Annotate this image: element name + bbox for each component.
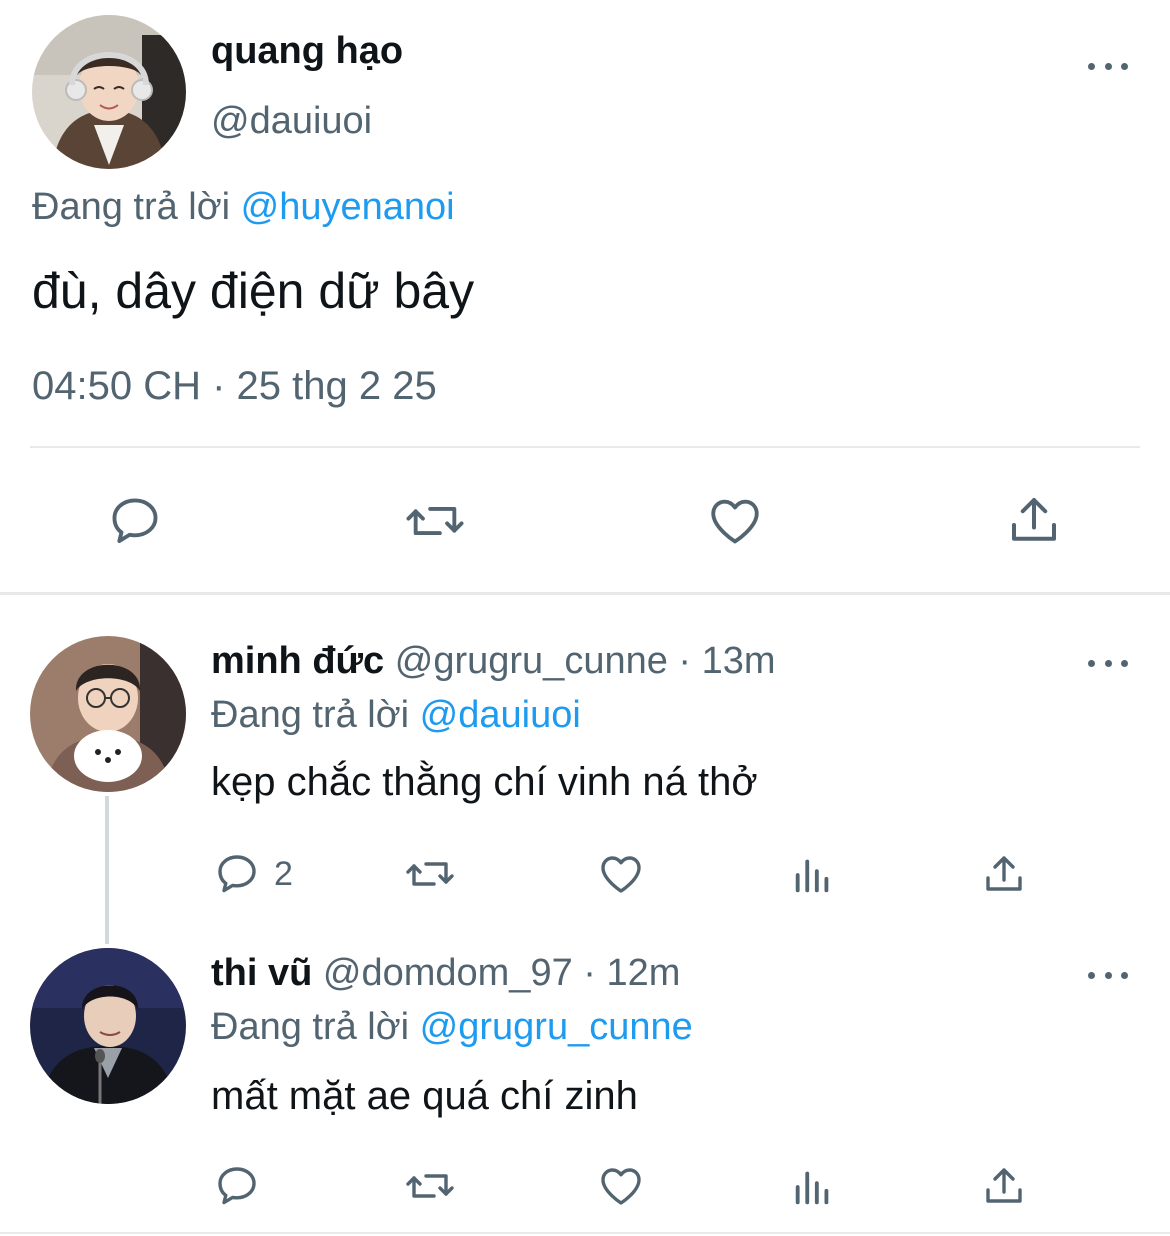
replying-to-handle[interactable]: @huyenanoi — [241, 186, 455, 228]
share-icon[interactable] — [980, 1162, 1028, 1210]
avatar[interactable] — [30, 636, 186, 792]
user-handle[interactable]: @dauiuoi — [211, 100, 372, 143]
reply-header: thi vũ @domdom_97 · 12m — [211, 952, 680, 995]
replying-to-line: Đang trả lời @grugru_cunne — [211, 1006, 693, 1049]
analytics-icon[interactable] — [790, 1164, 836, 1210]
more-options-icon[interactable] — [1088, 653, 1128, 673]
tweet-text: đù, dây điện dữ bây — [32, 263, 475, 319]
replying-to-label: Đang trả lời — [211, 694, 410, 736]
replying-to-line: Đang trả lời @dauiuoi — [211, 694, 581, 737]
avatar[interactable] — [32, 15, 186, 169]
display-name[interactable]: minh đức — [211, 640, 384, 682]
like-icon[interactable] — [596, 1162, 646, 1210]
tweet-text: kẹp chắc thằng chí vinh ná thở — [211, 760, 758, 804]
section-divider — [0, 592, 1170, 595]
reply-count: 2 — [274, 855, 293, 893]
replying-to-line: Đang trả lời @huyenanoi — [32, 186, 455, 229]
replying-to-handle[interactable]: @grugru_cunne — [420, 1006, 693, 1048]
more-options-icon[interactable] — [1088, 56, 1128, 76]
analytics-icon[interactable] — [790, 852, 836, 898]
replying-to-label: Đang trả lời — [211, 1006, 410, 1048]
display-name[interactable]: thi vũ — [211, 952, 312, 994]
reply-time[interactable]: · 13m — [678, 640, 775, 682]
display-name[interactable]: quang hạo — [211, 30, 403, 73]
more-options-icon[interactable] — [1088, 965, 1128, 985]
replying-to-handle[interactable]: @dauiuoi — [420, 694, 581, 736]
avatar[interactable] — [30, 948, 186, 1104]
share-icon[interactable] — [980, 850, 1028, 898]
like-icon[interactable] — [705, 492, 765, 550]
user-handle[interactable]: @grugru_cunne — [395, 640, 668, 682]
divider — [30, 446, 1140, 448]
tweet-text: mất mặt ae quá chí zinh — [211, 1074, 638, 1118]
reply-icon[interactable] — [212, 850, 262, 898]
retweet-icon[interactable] — [402, 1162, 458, 1210]
reply-icon[interactable] — [106, 492, 164, 550]
share-icon[interactable] — [1004, 490, 1064, 550]
user-handle[interactable]: @domdom_97 — [323, 952, 573, 994]
retweet-icon[interactable] — [403, 492, 467, 550]
like-icon[interactable] — [596, 850, 646, 898]
bottom-divider — [0, 1232, 1170, 1234]
reply-time[interactable]: · 12m — [583, 952, 680, 994]
tweet-timestamp[interactable]: 04:50 CH · 25 thg 2 25 — [32, 364, 437, 409]
reply-header: minh đức @grugru_cunne · 13m — [211, 640, 776, 683]
thread-line — [105, 796, 109, 944]
retweet-icon[interactable] — [402, 850, 458, 898]
reply-icon[interactable] — [212, 1162, 262, 1210]
replying-to-label: Đang trả lời — [32, 186, 231, 228]
